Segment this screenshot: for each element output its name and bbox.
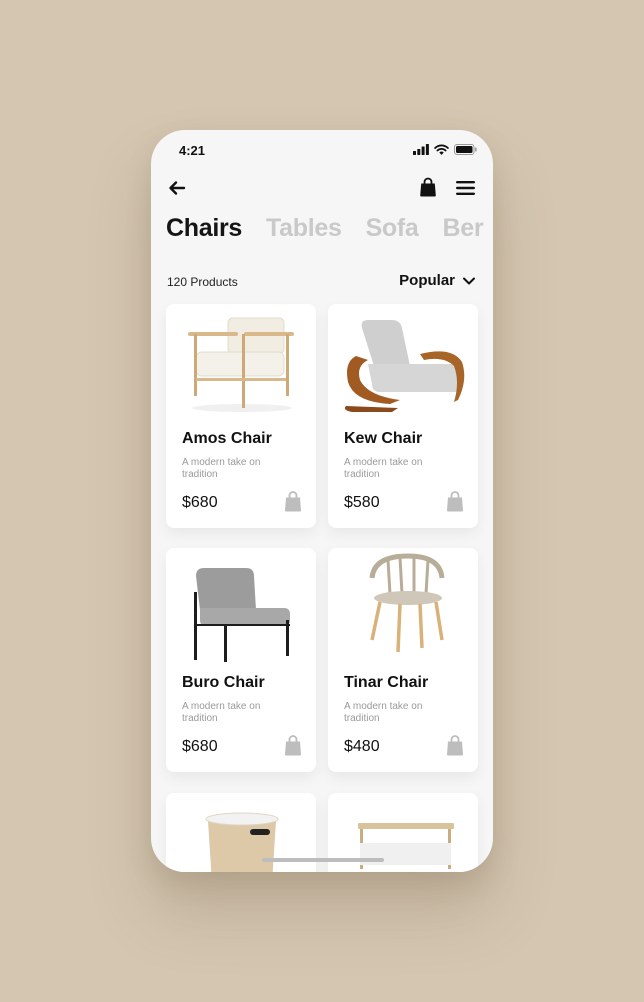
tab-chairs[interactable]: Chairs	[166, 214, 242, 243]
battery-icon	[454, 144, 477, 155]
menu-icon[interactable]	[456, 180, 475, 196]
amos-chair-image	[188, 317, 294, 412]
product-description: A modern take on tradition	[344, 457, 423, 480]
add-to-cart-icon[interactable]	[284, 734, 302, 756]
product-price: $680	[182, 738, 218, 755]
shopping-bag-icon[interactable]	[419, 177, 437, 197]
kew-chair-image	[344, 320, 465, 412]
product-description: A modern take on tradition	[182, 701, 261, 724]
tab-ber[interactable]: Ber	[443, 214, 484, 243]
home-indicator	[262, 858, 384, 862]
sort-label: Popular	[399, 272, 455, 289]
list-meta: 120 Products Popular	[167, 272, 475, 292]
product-description: A modern take on tradition	[344, 701, 423, 724]
tab-sofa[interactable]: Sofa	[366, 214, 419, 243]
product-description: A modern take on tradition	[182, 457, 261, 480]
product-card-buro[interactable]: Buro Chair A modern take on tradition $6…	[166, 548, 316, 772]
add-to-cart-icon[interactable]	[446, 490, 464, 512]
back-arrow-icon[interactable]	[167, 178, 187, 198]
chevron-down-icon	[463, 277, 475, 284]
category-tabs: Chairs Tables Sofa Ber	[166, 214, 493, 243]
product-name: Buro Chair	[182, 674, 265, 691]
product-card-amos[interactable]: Amos Chair A modern take on tradition $6…	[166, 304, 316, 528]
add-to-cart-icon[interactable]	[446, 734, 464, 756]
phone-frame: 4:21 Chairs Tables Sofa Ber 120 Products…	[151, 130, 493, 872]
product-price: $480	[344, 738, 380, 755]
signal-icon	[413, 144, 429, 155]
product-name: Kew Chair	[344, 430, 423, 447]
product-price: $680	[182, 494, 218, 511]
product-name: Amos Chair	[182, 430, 272, 447]
product-name: Tinar Chair	[344, 674, 429, 691]
add-to-cart-icon[interactable]	[284, 490, 302, 512]
product-card-kew[interactable]: Kew Chair A modern take on tradition $58…	[328, 304, 478, 528]
product-price: $580	[344, 494, 380, 511]
product-count: 120 Products	[167, 275, 238, 289]
status-bar: 4:21	[151, 130, 493, 170]
product-card-tinar[interactable]: Tinar Chair A modern take on tradition $…	[328, 548, 478, 772]
status-time: 4:21	[179, 143, 206, 158]
top-nav	[151, 174, 493, 204]
tinar-chair-image	[369, 553, 445, 653]
status-icons	[413, 144, 477, 155]
wifi-icon	[434, 144, 449, 155]
tab-tables[interactable]: Tables	[266, 214, 342, 243]
sort-dropdown[interactable]: Popular	[399, 272, 475, 289]
buro-chair-image	[194, 568, 290, 662]
